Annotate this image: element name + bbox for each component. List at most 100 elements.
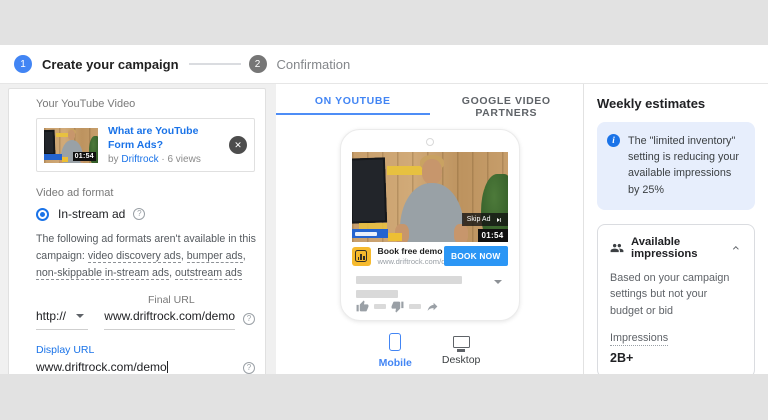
skip-ad-label: Skip Ad bbox=[466, 216, 491, 223]
chevron-down-icon bbox=[493, 280, 502, 284]
note-text: , bbox=[242, 250, 246, 263]
text-cursor bbox=[166, 361, 168, 374]
final-url-label: Final URL bbox=[148, 294, 195, 307]
ad-format-link[interactable]: bumper ads bbox=[186, 250, 243, 264]
step-2-number: 2 bbox=[248, 55, 267, 73]
content-area: Your YouTube Video 01:54 What are YouTub… bbox=[0, 84, 768, 374]
people-icon bbox=[610, 243, 624, 252]
device-desktop-toggle[interactable]: Desktop bbox=[441, 333, 481, 369]
url-scheme-value: http:// bbox=[36, 309, 67, 324]
phone-camera-dot bbox=[425, 138, 434, 146]
ad-banner-text: Book free demo www.driftrock.com/demo bbox=[377, 245, 461, 267]
video-lower-third-graphic bbox=[351, 229, 388, 238]
screenshot-root: 1 Create your campaign 2 Confirmation Yo… bbox=[0, 0, 768, 420]
skip-ad-button: Skip Ad bbox=[461, 213, 508, 226]
final-url-row: http:// www.driftrock.com/demo ? bbox=[36, 309, 255, 331]
in-stream-ad-option: In-stream ad ? bbox=[36, 207, 255, 221]
display-url-value: www.driftrock.com/demo bbox=[36, 360, 167, 374]
byline-views: · 6 views bbox=[161, 154, 201, 166]
video-lower-third-graphic bbox=[44, 153, 63, 160]
impressions-term[interactable]: Impressions bbox=[610, 332, 669, 346]
letterbox-bottom bbox=[0, 374, 768, 420]
video-lower-third-accent bbox=[387, 233, 402, 241]
video-byline: by Driftrock · 6 views bbox=[108, 154, 223, 165]
device-toggle: Mobile Desktop bbox=[276, 333, 583, 369]
thumb-down-icon bbox=[391, 301, 403, 313]
help-icon[interactable]: ? bbox=[243, 313, 255, 326]
placeholder-count bbox=[373, 304, 386, 309]
video-title-link[interactable]: What are YouTube Form Ads? bbox=[108, 125, 223, 152]
close-icon: ✕ bbox=[234, 139, 242, 150]
available-impressions-title: Available impressions bbox=[631, 235, 698, 260]
preview-video-player: Skip Ad 01:54 bbox=[351, 152, 508, 242]
weekly-estimates-title: Weekly estimates bbox=[597, 96, 706, 111]
channel-link[interactable]: Driftrock bbox=[121, 154, 158, 165]
advertiser-logo-icon bbox=[351, 246, 371, 266]
ad-format-link[interactable]: non-skippable in-stream ads bbox=[36, 267, 170, 281]
chevron-up-icon[interactable] bbox=[730, 241, 742, 255]
selected-video-card: 01:54 What are YouTube Form Ads? by Drif… bbox=[36, 118, 255, 173]
share-icon bbox=[427, 302, 437, 311]
campaign-stepper: 1 Create your campaign 2 Confirmation bbox=[0, 45, 768, 84]
stepper-connector-line bbox=[188, 63, 241, 65]
desktop-monitor-icon bbox=[452, 336, 470, 348]
preview-duration-badge: 01:54 bbox=[477, 229, 508, 242]
remove-video-button[interactable]: ✕ bbox=[229, 136, 247, 155]
video-actions-placeholder bbox=[356, 300, 439, 313]
ad-format-link[interactable]: outstream ads bbox=[174, 267, 243, 281]
ad-setup-card: Your YouTube Video 01:54 What are YouTub… bbox=[8, 88, 266, 374]
thumb-up-icon bbox=[356, 300, 368, 312]
display-url-input[interactable]: www.driftrock.com/demo bbox=[36, 360, 235, 374]
tab-on-youtube[interactable]: ON YOUTUBE bbox=[276, 84, 430, 115]
url-scheme-dropdown[interactable]: http:// bbox=[36, 309, 89, 331]
ad-preview-panel: ON YOUTUBE GOOGLE VIDEO PARTNERS Skip Ad… bbox=[276, 84, 584, 374]
stepper-step-confirmation[interactable]: 2 Confirmation bbox=[248, 55, 351, 73]
preview-tabs: ON YOUTUBE GOOGLE VIDEO PARTNERS bbox=[276, 84, 584, 119]
tab-google-video-partners[interactable]: GOOGLE VIDEO PARTNERS bbox=[430, 84, 584, 119]
available-impressions-card: Available impressions Based on your camp… bbox=[597, 223, 755, 374]
video-info: What are YouTube Form Ads? by Driftrock … bbox=[108, 125, 223, 165]
note-text: , bbox=[180, 250, 187, 263]
info-icon: i bbox=[607, 134, 620, 147]
video-lower-third-accent bbox=[62, 156, 69, 162]
in-stream-ad-radio[interactable] bbox=[36, 207, 49, 221]
available-impressions-header: Available impressions bbox=[610, 236, 742, 260]
step-1-number: 1 bbox=[14, 55, 32, 73]
limited-inventory-notice: i The "limited inventory" setting is red… bbox=[597, 122, 755, 210]
mobile-label: Mobile bbox=[378, 357, 412, 369]
stepper-step-create-campaign[interactable]: 1 Create your campaign bbox=[14, 55, 179, 73]
phone-mockup: Skip Ad 01:54 Book free demo www.driftro… bbox=[339, 129, 520, 321]
available-impressions-body: Based on your campaign settings but not … bbox=[610, 271, 730, 318]
ad-banner: Book free demo www.driftrock.com/demo BO… bbox=[351, 242, 508, 270]
video-ad-format-label: Video ad format bbox=[36, 187, 114, 200]
final-url-input[interactable]: www.driftrock.com/demo bbox=[104, 309, 235, 331]
video-thumbnail: 01:54 bbox=[44, 127, 98, 163]
step-1-label: Create your campaign bbox=[42, 56, 179, 72]
placeholder-bar bbox=[355, 276, 462, 284]
video-duration-badge: 01:54 bbox=[72, 151, 96, 161]
chevron-down-icon bbox=[76, 314, 85, 319]
campaign-builder-app: 1 Create your campaign 2 Confirmation Yo… bbox=[0, 45, 768, 374]
book-now-button: BOOK NOW bbox=[443, 246, 508, 266]
step-2-label: Confirmation bbox=[276, 56, 351, 72]
mobile-phone-icon bbox=[389, 333, 402, 351]
placeholder-count bbox=[408, 304, 421, 309]
letterbox-top bbox=[0, 0, 768, 45]
device-mobile-toggle[interactable]: Mobile bbox=[379, 333, 412, 369]
ad-banner-url: www.driftrock.com/demo bbox=[377, 257, 461, 267]
desktop-label: Desktop bbox=[441, 354, 481, 366]
skip-next-icon bbox=[496, 217, 501, 222]
unavailable-formats-note: The following ad formats aren't availabl… bbox=[36, 231, 258, 282]
ad-banner-title: Book free demo bbox=[377, 245, 443, 256]
video-title-placeholder bbox=[355, 276, 504, 298]
display-url-label: Display URL bbox=[36, 344, 95, 357]
youtube-video-section-label: Your YouTube Video bbox=[36, 98, 136, 110]
placeholder-bar bbox=[355, 290, 398, 298]
in-stream-ad-label: In-stream ad bbox=[58, 207, 126, 222]
help-icon[interactable]: ? bbox=[133, 208, 146, 221]
impressions-value: 2B+ bbox=[610, 350, 634, 365]
help-icon[interactable]: ? bbox=[243, 362, 255, 374]
ad-format-link[interactable]: video discovery ads bbox=[87, 250, 181, 264]
byline-prefix: by bbox=[108, 154, 119, 166]
display-url-row: www.driftrock.com/demo ? bbox=[36, 360, 255, 374]
